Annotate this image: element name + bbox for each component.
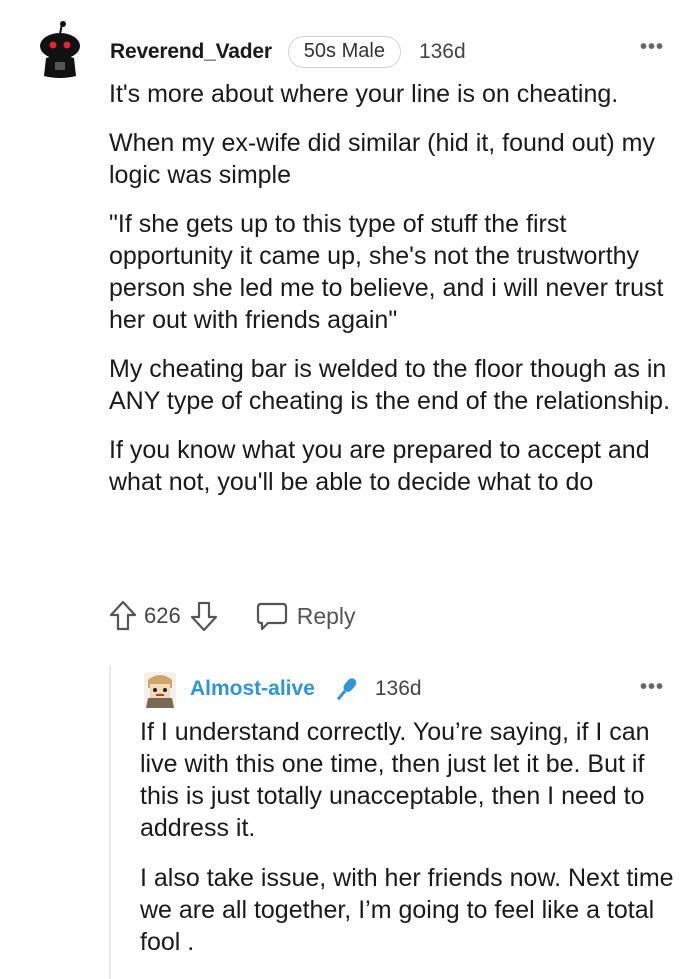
downvote-icon[interactable]: [189, 599, 219, 633]
username[interactable]: Almost-alive: [190, 677, 315, 701]
snoo-avatar-icon[interactable]: [38, 20, 82, 80]
username[interactable]: Reverend_Vader: [110, 40, 272, 64]
reply-header: Almost-alive 136d: [190, 674, 422, 704]
vote-score: 626: [144, 603, 181, 628]
comment-paragraph: My cheating bar is welded to the floor t…: [109, 355, 671, 415]
reply-button[interactable]: Reply: [255, 600, 356, 632]
reply-bubble-icon: [256, 602, 287, 631]
thread-line[interactable]: [109, 666, 111, 979]
comment-paragraph: It's more about where your line is on ch…: [109, 80, 619, 108]
comment-age: 136d: [418, 40, 466, 63]
comment-header: Reverend_Vader 50s Male 136d: [110, 36, 466, 68]
comment-paragraph: If I understand correctly. You’re saying…: [140, 718, 650, 842]
comment-age: 136d: [374, 677, 422, 700]
reply-label: Reply: [296, 602, 356, 629]
comment-paragraph: I also take issue, with her friends now.…: [140, 864, 674, 956]
comment-body: It's more about where your line is on ch…: [109, 78, 679, 515]
comment-paragraph: If you know what you are prepared to acc…: [109, 436, 650, 496]
cartoon-avatar-icon[interactable]: [140, 670, 180, 710]
user-flair: 50s Male: [287, 36, 401, 68]
comment-actions: 626 Reply: [108, 596, 356, 636]
reply-body: If I understand correctly. You’re saying…: [140, 716, 680, 976]
more-options-icon[interactable]: •••: [640, 677, 664, 697]
more-options-icon[interactable]: •••: [640, 37, 664, 57]
upvote-icon[interactable]: [108, 599, 138, 633]
comment-paragraph: "If she gets up to this type of stuff th…: [109, 210, 664, 334]
microphone-icon: [336, 678, 357, 701]
comment-paragraph: When my ex-wife did similar (hid it, fou…: [109, 129, 656, 189]
